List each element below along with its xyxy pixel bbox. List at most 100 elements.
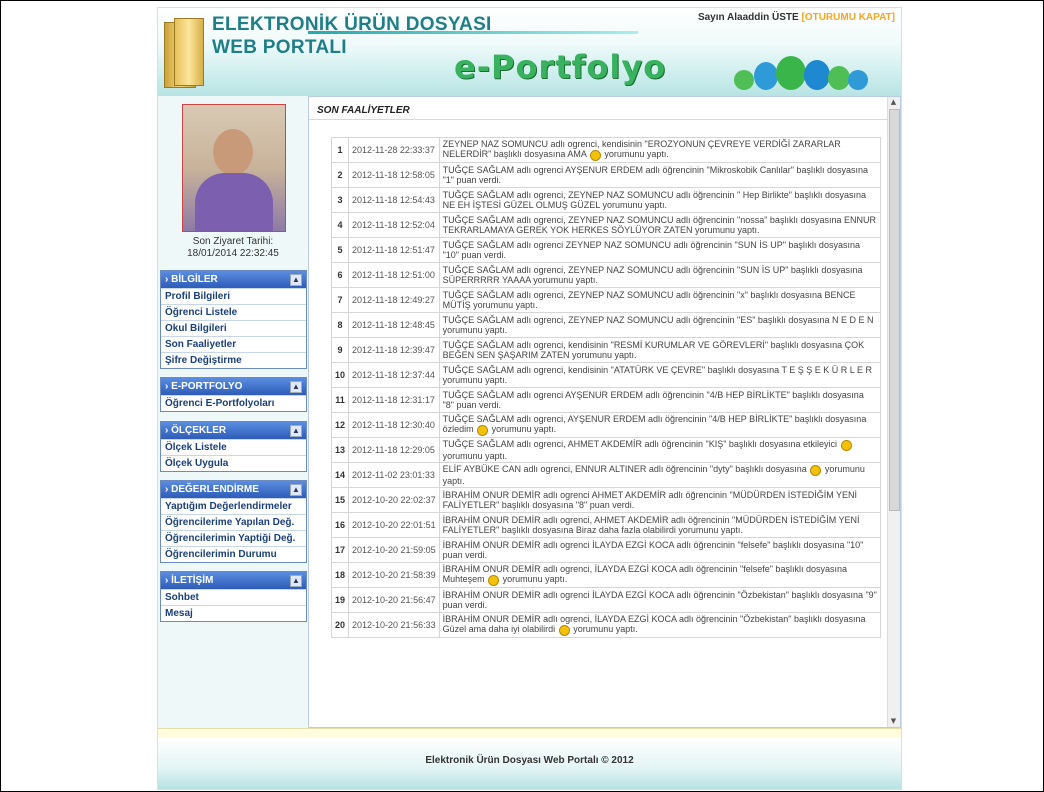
activity-number: 7 xyxy=(331,287,350,313)
activity-text: TUĞÇE SAĞLAM adlı ogrenci ZEYNEP NAZ SOM… xyxy=(438,237,881,263)
smiley-icon xyxy=(840,439,852,451)
activity-date: 2012-11-28 22:33:37 xyxy=(348,137,440,163)
activity-text-main: TUĞÇE SAĞLAM adlı ogrenci AYŞENUR ERDEM … xyxy=(442,390,864,410)
activity-text: TUĞÇE SAĞLAM adlı ogrenci AYŞENUR ERDEM … xyxy=(438,162,881,188)
activity-number: 14 xyxy=(331,462,350,488)
activity-date: 2012-11-02 23:01:33 xyxy=(348,462,440,488)
table-row: 9 2012-11-18 12:39:47 TUĞÇE SAĞLAM adlı og… xyxy=(331,337,881,363)
activity-number: 3 xyxy=(331,187,350,213)
menu-item-olcek-uygula[interactable]: Ölçek Uygula xyxy=(161,455,306,471)
activity-date: 2012-11-18 12:52:04 xyxy=(348,212,440,238)
menu-header-bilgiler[interactable]: › BİLGİLER ▲ xyxy=(161,271,306,288)
menu-item-sohbet[interactable]: Sohbet xyxy=(161,589,306,605)
activity-text-main: TUĞÇE SAĞLAM adlı ogrenci, ZEYNEP NAZ SO… xyxy=(442,265,863,285)
menu-item-ogrenci-listele[interactable]: Öğrenci Listele xyxy=(161,304,306,320)
table-row: 1 2012-11-28 22:33:37 ZEYNEP NAZ SOMUNCU a… xyxy=(331,137,881,163)
menu-header-degerlendirme[interactable]: › DEĞERLENDİRME ▲ xyxy=(161,481,306,498)
folder-logo-icon xyxy=(164,18,204,88)
activity-date: 2012-11-18 12:58:05 xyxy=(348,162,440,188)
activity-text-main: İBRAHİM ONUR DEMİR adlı ogrenci, AHMET A… xyxy=(442,515,860,535)
logout-link[interactable]: [OTURUMU KAPAT] xyxy=(801,12,895,23)
menu-item-mesaj[interactable]: Mesaj xyxy=(161,605,306,621)
activity-date: 2012-11-18 12:51:47 xyxy=(348,237,440,263)
menu-item-profil-bilgileri[interactable]: Profil Bilgileri xyxy=(161,288,306,304)
table-row: 20 2012-10-20 21:56:33 İBRAHİM ONUR DEMİR … xyxy=(331,612,881,638)
collapse-icon[interactable]: ▲ xyxy=(290,425,302,437)
vertical-scrollbar[interactable]: ▲ ▼ xyxy=(887,97,900,727)
menu-header-iletisim[interactable]: › İLETİŞİM ▲ xyxy=(161,572,306,589)
activity-text-suffix: yorumunu yaptı. xyxy=(502,574,568,585)
activity-text-main: TUĞÇE SAĞLAM adlı ogrenci, ZEYNEP NAZ SO… xyxy=(442,315,874,335)
activity-text: İBRAHİM ONUR DEMİR adlı ogrenci, İLAYDA … xyxy=(438,562,881,588)
activity-number: 16 xyxy=(331,512,350,538)
user-bar: Sayın Alaaddin ÜSTE [OTURUMU KAPAT] xyxy=(698,12,895,23)
activity-text-main: İBRAHİM ONUR DEMİR adlı ogrenci İLAYDA E… xyxy=(442,540,864,560)
activity-text: TUĞÇE SAĞLAM adlı ogrenci, ZEYNEP NAZ SO… xyxy=(438,187,881,213)
activity-date: 2012-11-18 12:51:00 xyxy=(348,262,440,288)
menu-item-sifre-degistirme[interactable]: Şifre Değiştirme xyxy=(161,352,306,368)
table-row: 15 2012-10-20 22:02:37 İBRAHİM ONUR DEMİR … xyxy=(331,487,881,513)
activity-text: TUĞÇE SAĞLAM adlı ogrenci, ZEYNEP NAZ SO… xyxy=(438,287,881,313)
scroll-thumb[interactable] xyxy=(889,109,900,511)
activity-text-main: TUĞÇE SAĞLAM adlı ogrenci, ZEYNEP NAZ SO… xyxy=(442,215,876,235)
activity-text-suffix: yorumunu yaptı. xyxy=(604,149,669,160)
menu-item-okul-bilgileri[interactable]: Okul Bilgileri xyxy=(161,320,306,336)
scroll-down-icon[interactable]: ▼ xyxy=(888,716,899,727)
menu-header-olcekler[interactable]: › ÖLÇEKLER ▲ xyxy=(161,422,306,439)
activity-number: 17 xyxy=(331,537,350,563)
collapse-icon[interactable]: ▲ xyxy=(290,274,302,286)
section-title: SON FAALİYETLER xyxy=(317,105,410,116)
activity-date: 2012-10-20 21:56:47 xyxy=(348,587,440,613)
activity-number: 15 xyxy=(331,487,350,513)
collapse-icon[interactable]: ▲ xyxy=(290,381,302,393)
activity-text-main: TUĞÇE SAĞLAM adlı ogrenci, ZEYNEP NAZ SO… xyxy=(442,190,866,210)
menu-item-ogrencilerimin-durumu[interactable]: Öğrencilerimin Durumu xyxy=(161,546,306,562)
table-row: 5 2012-11-18 12:51:47 TUĞÇE SAĞLAM adlı og… xyxy=(331,237,881,263)
menu-group-olcekler: › ÖLÇEKLER ▲ Ölçek Listele Ölçek Uygula xyxy=(160,421,307,472)
activity-text: İBRAHİM ONUR DEMİR adlı ogrenci AHMET AK… xyxy=(438,487,881,513)
activity-date: 2012-10-20 21:58:39 xyxy=(348,562,440,588)
activity-date: 2012-10-20 21:56:33 xyxy=(348,612,440,638)
activity-date: 2012-10-20 22:01:51 xyxy=(348,512,440,538)
activity-number: 9 xyxy=(331,337,350,363)
collapse-icon[interactable]: ▲ xyxy=(290,575,302,587)
collapse-icon[interactable]: ▲ xyxy=(290,484,302,496)
table-row: 8 2012-11-18 12:48:45 TUĞÇE SAĞLAM adlı og… xyxy=(331,312,881,338)
scroll-up-icon[interactable]: ▲ xyxy=(888,97,899,108)
activity-text-suffix: yorumunu yaptı. xyxy=(573,624,638,635)
table-row: 4 2012-11-18 12:52:04 TUĞÇE SAĞLAM adlı og… xyxy=(331,212,881,238)
activity-number: 4 xyxy=(331,212,350,238)
activity-list: 1 2012-11-28 22:33:37 ZEYNEP NAZ SOMUNCU a… xyxy=(331,137,881,729)
activity-text: İBRAHİM ONUR DEMİR adlı ogrenci İLAYDA E… xyxy=(438,587,881,613)
menu-item-son-faaliyetler[interactable]: Son Faaliyetler xyxy=(161,336,306,352)
table-row: 10 2012-11-18 12:37:44 TUĞÇE SAĞLAM adlı o… xyxy=(331,362,881,388)
activity-text: TUĞÇE SAĞLAM adlı ogrenci, kendisinin "A… xyxy=(438,362,881,388)
activity-text: ZEYNEP NAZ SOMUNCU adlı ogrenci, kendisi… xyxy=(438,137,881,163)
activity-text: İBRAHİM ONUR DEMİR adlı ogrenci, İLAYDA … xyxy=(438,612,881,638)
profile-photo xyxy=(182,104,286,232)
smiley-icon xyxy=(488,574,500,586)
menu-item-ogrencilerimin-yaptigi[interactable]: Öğrencilerimin Yaptiği Değ. xyxy=(161,530,306,546)
menu-item-yaptigim-degerlendirmeler[interactable]: Yaptığım Değerlendirmeler xyxy=(161,498,306,514)
activity-number: 11 xyxy=(331,387,350,413)
activity-date: 2012-11-18 12:39:47 xyxy=(348,337,440,363)
menu-header-label: › İLETİŞİM xyxy=(165,575,214,586)
smiley-icon xyxy=(589,149,601,161)
table-row: 13 2012-11-18 12:29:05 TUĞÇE SAĞLAM adlı o… xyxy=(331,437,881,463)
menu-item-olcek-listele[interactable]: Ölçek Listele xyxy=(161,439,306,455)
activity-text-main: TUĞÇE SAĞLAM adlı ogrenci, kendisinin "A… xyxy=(442,365,872,385)
menu-item-ogrenci-eportfolyolari[interactable]: Öğrenci E-Portfolyoları xyxy=(161,395,306,411)
activity-text: İBRAHİM ONUR DEMİR adlı ogrenci, AHMET A… xyxy=(438,512,881,538)
activity-text: TUĞÇE SAĞLAM adlı ogrenci, ZEYNEP NAZ SO… xyxy=(438,262,881,288)
menu-group-eportfolyo: › E-PORTFOLYO ▲ Öğrenci E-Portfolyoları xyxy=(160,377,307,412)
menu-header-eportfolyo[interactable]: › E-PORTFOLYO ▲ xyxy=(161,378,306,395)
table-row: 11 2012-11-18 12:31:17 TUĞÇE SAĞLAM adlı o… xyxy=(331,387,881,413)
activity-date: 2012-11-18 12:30:40 xyxy=(348,412,440,438)
activity-number: 8 xyxy=(331,312,350,338)
user-greeting: Sayın Alaaddin ÜSTE xyxy=(697,12,799,23)
activity-text-main: ELİF AYBÜKE CAN adlı ogrenci, ENNUR ALTI… xyxy=(442,464,807,475)
activity-text-suffix: yorumunu yaptı. xyxy=(442,450,508,461)
table-row: 16 2012-10-20 22:01:51 İBRAHİM ONUR DEMİR … xyxy=(331,512,881,538)
people-group-icon xyxy=(734,56,884,92)
menu-item-ogrencilerime-yapilan[interactable]: Öğrencilerime Yapılan Değ. xyxy=(161,514,306,530)
